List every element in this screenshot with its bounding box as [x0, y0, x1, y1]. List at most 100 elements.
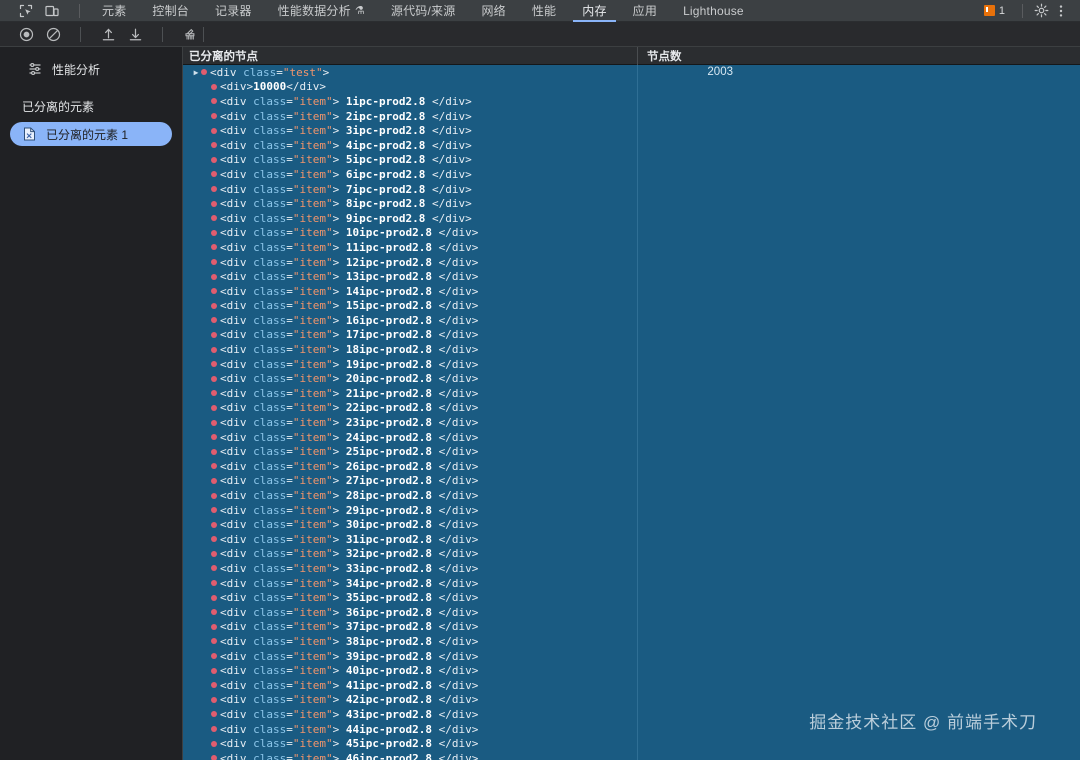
table-row[interactable]: <div class="item"> 15ipc-prod2.8 </div>	[183, 299, 1080, 314]
tree-node-cell: <div class="item"> 24ipc-prod2.8 </div>	[183, 431, 637, 444]
table-row[interactable]: <div class="item"> 20ipc-prod2.8 </div>	[183, 371, 1080, 386]
column-header-node-count[interactable]: 节点数	[638, 48, 1080, 64]
table-row[interactable]: <div class="item"> 41ipc-prod2.8 </div>	[183, 678, 1080, 693]
table-row[interactable]: <div class="item"> 46ipc-prod2.8 </div>	[183, 751, 1080, 760]
table-row[interactable]: <div class="item"> 13ipc-prod2.8 </div>	[183, 269, 1080, 284]
tree-node-cell: <div class="item"> 17ipc-prod2.8 </div>	[183, 328, 637, 341]
trash-broom-icon[interactable]	[182, 26, 198, 42]
tree-node-cell: <div class="item"> 38ipc-prod2.8 </div>	[183, 635, 637, 648]
tab-sources[interactable]: 源代码/来源	[378, 0, 469, 22]
tab-network[interactable]: 网络	[468, 0, 518, 22]
table-row[interactable]: <div>10000</div>	[183, 80, 1080, 95]
table-row[interactable]: <div class="item"> 1ipc-prod2.8 </div>	[183, 94, 1080, 109]
table-row[interactable]: <div class="item"> 11ipc-prod2.8 </div>	[183, 240, 1080, 255]
upload-arrow-icon[interactable]	[100, 26, 116, 42]
inspect-element-icon[interactable]	[18, 3, 33, 18]
table-row[interactable]: <div class="item"> 2ipc-prod2.8 </div>	[183, 109, 1080, 124]
table-row[interactable]: <div class="item"> 35ipc-prod2.8 </div>	[183, 590, 1080, 605]
object-marker-icon	[211, 550, 217, 557]
table-row[interactable]: <div class="item"> 7ipc-prod2.8 </div>	[183, 182, 1080, 197]
node-markup: <div>10000</div>	[220, 80, 326, 94]
object-marker-icon	[211, 215, 217, 222]
tab-memory[interactable]: 内存	[569, 0, 619, 22]
warning-badge[interactable]: 1	[983, 5, 1005, 17]
table-row[interactable]: <div class="item"> 42ipc-prod2.8 </div>	[183, 693, 1080, 708]
tab-recorder[interactable]: 记录器	[202, 0, 265, 22]
node-markup: <div class="item"> 1ipc-prod2.8 </div>	[220, 94, 472, 108]
object-marker-icon	[211, 594, 217, 601]
table-row[interactable]: <div class="item"> 32ipc-prod2.8 </div>	[183, 547, 1080, 562]
table-row[interactable]: <div class="item"> 25ipc-prod2.8 </div>	[183, 444, 1080, 459]
tab-performance[interactable]: 性能	[519, 0, 569, 22]
table-row[interactable]: <div class="item"> 6ipc-prod2.8 </div>	[183, 167, 1080, 182]
node-markup: <div class="item"> 3ipc-prod2.8 </div>	[220, 124, 472, 138]
detached-nodes-tree[interactable]: ▶ <div class="test"> 2003 <div>10000</div> <…	[183, 65, 1080, 760]
record-circle-icon[interactable]	[18, 26, 34, 42]
table-row[interactable]: <div class="item"> 22ipc-prod2.8 </div>	[183, 401, 1080, 416]
tree-node-cell: <div class="item"> 2ipc-prod2.8 </div>	[183, 110, 637, 123]
sidebar-item-detached-elements-1[interactable]: 已分离的元素 1	[10, 122, 172, 146]
table-row[interactable]: <div class="item"> 29ipc-prod2.8 </div>	[183, 503, 1080, 518]
table-row[interactable]: <div class="item"> 31ipc-prod2.8 </div>	[183, 532, 1080, 547]
table-row[interactable]: <div class="item"> 23ipc-prod2.8 </div>	[183, 415, 1080, 430]
tree-node-cell: <div class="item"> 32ipc-prod2.8 </div>	[183, 547, 637, 560]
table-row[interactable]: <div class="item"> 9ipc-prod2.8 </div>	[183, 211, 1080, 226]
no-entry-icon[interactable]	[45, 26, 61, 42]
sidebar-item-profiles[interactable]: 性能分析	[0, 56, 182, 82]
table-row[interactable]: <div class="item"> 30ipc-prod2.8 </div>	[183, 517, 1080, 532]
table-row[interactable]: <div class="item"> 21ipc-prod2.8 </div>	[183, 386, 1080, 401]
gear-icon[interactable]	[1031, 1, 1051, 21]
download-arrow-icon[interactable]	[127, 26, 143, 42]
table-row[interactable]: <div class="item"> 40ipc-prod2.8 </div>	[183, 663, 1080, 678]
table-row[interactable]: <div class="item"> 37ipc-prod2.8 </div>	[183, 620, 1080, 635]
node-markup: <div class="item"> 39ipc-prod2.8 </div>	[220, 649, 479, 663]
table-row[interactable]: <div class="item"> 36ipc-prod2.8 </div>	[183, 605, 1080, 620]
device-toolbar-icon[interactable]	[44, 3, 59, 18]
tab-application[interactable]: 应用	[620, 0, 670, 22]
node-markup: <div class="item"> 22ipc-prod2.8 </div>	[220, 401, 479, 415]
object-marker-icon	[211, 696, 217, 703]
table-row[interactable]: <div class="item"> 17ipc-prod2.8 </div>	[183, 328, 1080, 343]
node-markup: <div class="item"> 25ipc-prod2.8 </div>	[220, 445, 479, 459]
table-row[interactable]: <div class="item"> 18ipc-prod2.8 </div>	[183, 342, 1080, 357]
table-row[interactable]: ▶ <div class="test"> 2003	[183, 65, 1080, 80]
table-row[interactable]: <div class="item"> 38ipc-prod2.8 </div>	[183, 634, 1080, 649]
tab-performance-insights[interactable]: 性能数据分析 ⚗	[265, 0, 378, 22]
sidebar-item-label: 已分离的元素 1	[46, 127, 129, 142]
table-row[interactable]: <div class="item"> 12ipc-prod2.8 </div>	[183, 255, 1080, 270]
node-markup: <div class="item"> 12ipc-prod2.8 </div>	[220, 255, 479, 269]
table-row[interactable]: <div class="item"> 19ipc-prod2.8 </div>	[183, 357, 1080, 372]
table-row[interactable]: <div class="item"> 34ipc-prod2.8 </div>	[183, 576, 1080, 591]
table-row[interactable]: <div class="item"> 27ipc-prod2.8 </div>	[183, 474, 1080, 489]
table-row[interactable]: <div class="item"> 28ipc-prod2.8 </div>	[183, 488, 1080, 503]
node-markup: <div class="item"> 20ipc-prod2.8 </div>	[220, 372, 479, 386]
table-row[interactable]: <div class="item"> 3ipc-prod2.8 </div>	[183, 123, 1080, 138]
table-row[interactable]: <div class="item"> 45ipc-prod2.8 </div>	[183, 736, 1080, 751]
object-marker-icon	[211, 638, 217, 645]
tab-label: Lighthouse	[683, 3, 744, 18]
table-row[interactable]: <div class="item"> 10ipc-prod2.8 </div>	[183, 226, 1080, 241]
table-row[interactable]: <div class="item"> 24ipc-prod2.8 </div>	[183, 430, 1080, 445]
table-row[interactable]: <div class="item"> 33ipc-prod2.8 </div>	[183, 561, 1080, 576]
table-row[interactable]: <div class="item"> 14ipc-prod2.8 </div>	[183, 284, 1080, 299]
node-markup: <div class="item"> 34ipc-prod2.8 </div>	[220, 576, 479, 590]
object-marker-icon	[211, 726, 217, 733]
node-markup: <div class="item"> 11ipc-prod2.8 </div>	[220, 240, 479, 254]
table-row[interactable]: <div class="item"> 26ipc-prod2.8 </div>	[183, 459, 1080, 474]
table-row[interactable]: <div class="item"> 5ipc-prod2.8 </div>	[183, 153, 1080, 168]
column-header-detached-nodes[interactable]: 已分离的节点	[183, 48, 637, 64]
table-row[interactable]: <div class="item"> 16ipc-prod2.8 </div>	[183, 313, 1080, 328]
tree-node-cell: <div class="item"> 14ipc-prod2.8 </div>	[183, 285, 637, 298]
tree-node-cell: <div class="item"> 11ipc-prod2.8 </div>	[183, 241, 637, 254]
node-markup: <div class="item"> 46ipc-prod2.8 </div>	[220, 751, 479, 760]
tab-console[interactable]: 控制台	[139, 0, 202, 22]
tab-elements[interactable]: 元素	[89, 0, 139, 22]
table-row[interactable]: <div class="item"> 4ipc-prod2.8 </div>	[183, 138, 1080, 153]
node-markup: <div class="item"> 37ipc-prod2.8 </div>	[220, 620, 479, 634]
object-marker-icon	[211, 361, 217, 368]
table-row[interactable]: <div class="item"> 39ipc-prod2.8 </div>	[183, 649, 1080, 664]
kebab-menu-icon[interactable]	[1051, 1, 1071, 21]
disclosure-triangle-icon[interactable]: ▶	[191, 68, 201, 77]
tab-lighthouse[interactable]: Lighthouse	[670, 0, 757, 22]
table-row[interactable]: <div class="item"> 8ipc-prod2.8 </div>	[183, 196, 1080, 211]
